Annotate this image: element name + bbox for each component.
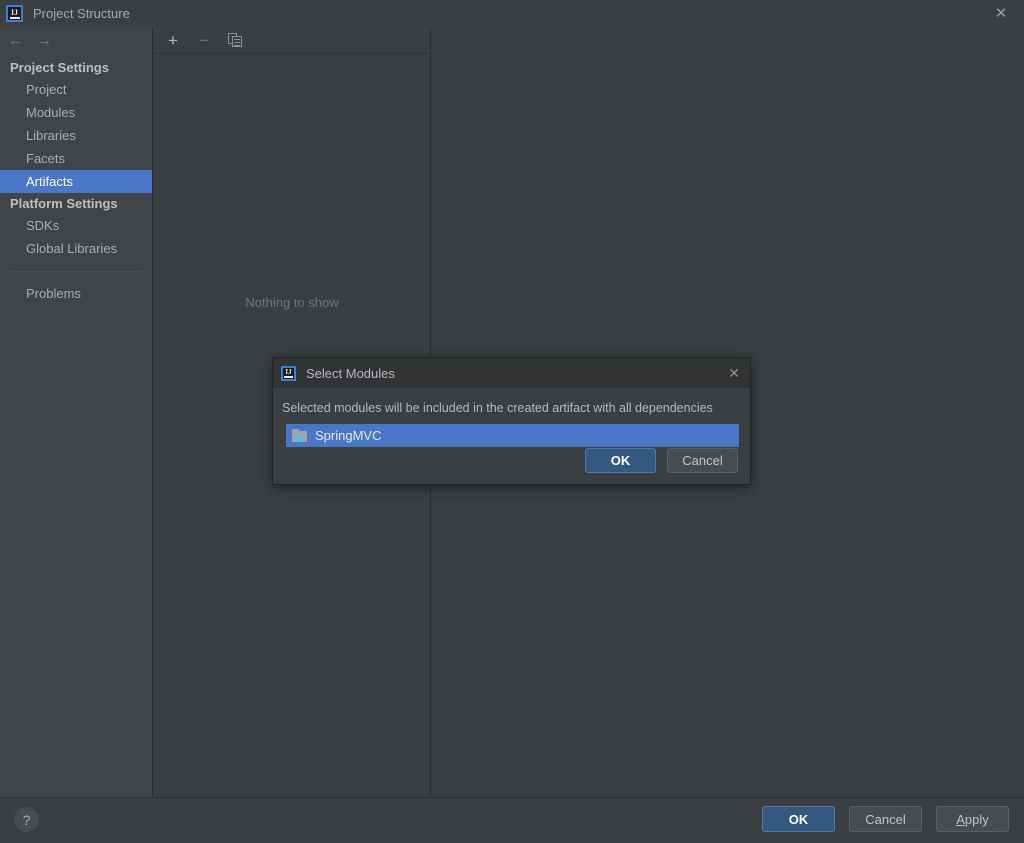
select-modules-dialog: IJ Select Modules ✕ Selected modules wil… — [272, 357, 751, 485]
sidebar-item-modules[interactable]: Modules — [0, 101, 152, 124]
sidebar-group-header-platform-settings: Platform Settings — [10, 196, 118, 211]
sidebar: ← → Project Settings Project Modules Lib… — [0, 27, 153, 797]
sidebar-list: Project Settings Project Modules Librari… — [0, 53, 152, 305]
artifacts-toolbar: + − — [154, 27, 430, 54]
empty-list-message: Nothing to show — [245, 295, 339, 310]
ok-button[interactable]: OK — [762, 806, 835, 832]
sidebar-item-artifacts[interactable]: Artifacts — [0, 170, 152, 193]
arrow-left-icon[interactable]: ← — [8, 33, 23, 48]
dialog-button-group: OK Cancel — [585, 448, 738, 473]
window-title: Project Structure — [33, 6, 130, 21]
sidebar-item-problems[interactable]: Problems — [0, 282, 152, 305]
dialog-titlebar: IJ Select Modules ✕ — [273, 358, 750, 388]
window-titlebar: IJ Project Structure ✕ — [0, 0, 1024, 27]
cancel-button[interactable]: Cancel — [849, 806, 922, 832]
intellij-idea-logo-icon: IJ — [281, 365, 296, 381]
apply-button-label: pply — [964, 811, 989, 827]
sidebar-item-facets[interactable]: Facets — [0, 147, 152, 170]
apply-button-mnemonic: A — [956, 811, 965, 827]
dialog-description: Selected modules will be included in the… — [282, 401, 713, 415]
minus-icon[interactable]: − — [194, 30, 214, 50]
module-name-label: SpringMVC — [315, 428, 382, 443]
sidebar-divider — [10, 271, 142, 272]
sidebar-group-header-project-settings: Project Settings — [10, 60, 109, 75]
sidebar-nav-arrows: ← → — [0, 27, 152, 53]
module-folder-icon — [292, 429, 307, 442]
arrow-right-icon[interactable]: → — [37, 33, 52, 48]
dialog-ok-button[interactable]: OK — [585, 448, 656, 473]
apply-button[interactable]: Apply — [936, 806, 1009, 832]
list-item[interactable]: SpringMVC — [286, 424, 739, 447]
dialog-cancel-button[interactable]: Cancel — [667, 448, 738, 473]
copy-icon[interactable] — [225, 30, 245, 50]
sidebar-item-libraries[interactable]: Libraries — [0, 124, 152, 147]
footer-button-group: OK Cancel Apply — [762, 806, 1009, 832]
sidebar-item-global-libraries[interactable]: Global Libraries — [0, 237, 152, 260]
plus-icon[interactable]: + — [163, 30, 183, 50]
dialog-title: Select Modules — [306, 365, 395, 381]
footer-bar: ? OK Cancel Apply — [0, 797, 1024, 843]
help-question-icon[interactable]: ? — [14, 807, 39, 832]
close-icon[interactable]: ✕ — [978, 0, 1024, 27]
intellij-idea-logo-icon: IJ — [6, 5, 23, 22]
close-icon[interactable]: ✕ — [728, 358, 740, 388]
project-structure-window: IJ Project Structure ✕ ← → Project Setti… — [0, 0, 1024, 843]
sidebar-item-sdks[interactable]: SDKs — [0, 214, 152, 237]
sidebar-item-project[interactable]: Project — [0, 78, 152, 101]
